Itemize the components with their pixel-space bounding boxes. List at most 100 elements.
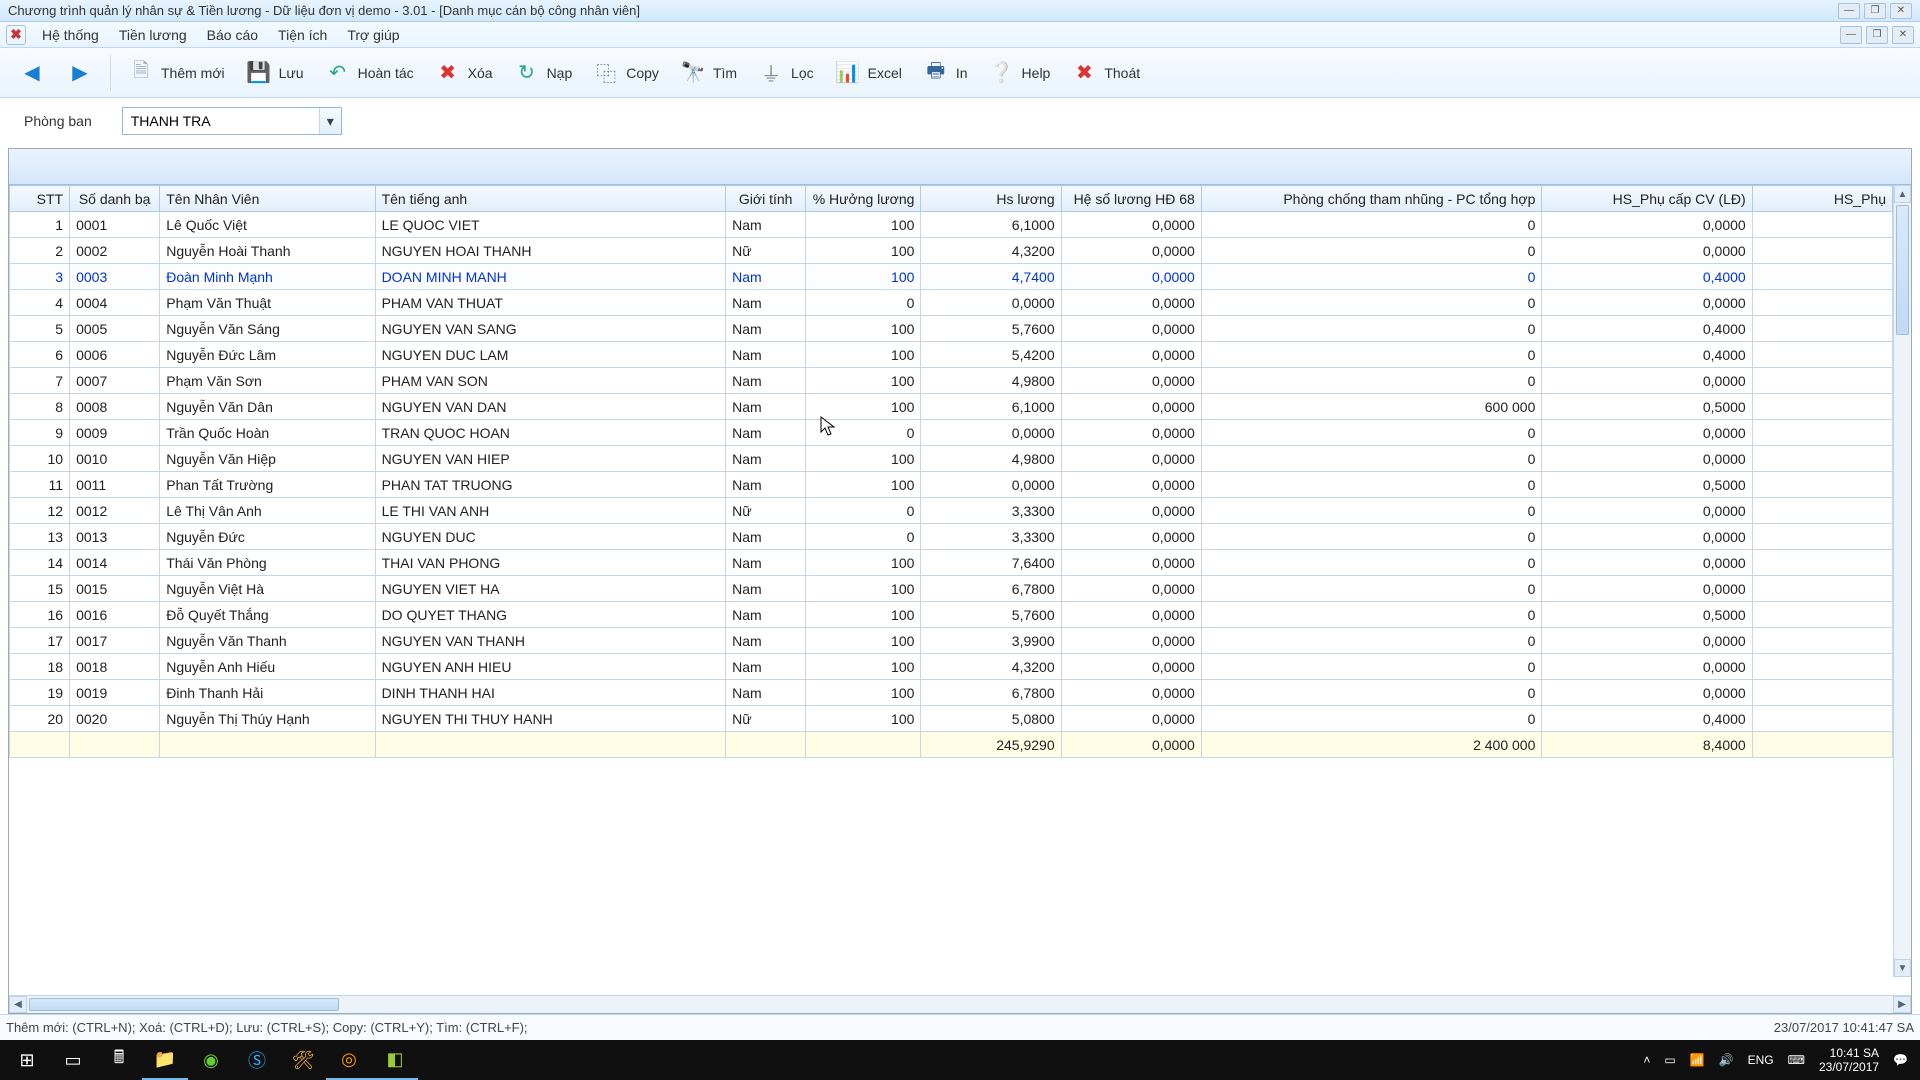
file-explorer-icon[interactable]: 📁	[142, 1040, 188, 1080]
table-row[interactable]: 60006Nguyễn Đức LâmNGUYEN DUC LAMNam1005…	[10, 342, 1893, 368]
nav-back-button[interactable]: ◀	[8, 55, 56, 91]
mdi-minimize-button[interactable]: —	[1840, 26, 1862, 44]
delete-button[interactable]: ✖Xóa	[424, 55, 503, 91]
table-row[interactable]: 70007Phạm Văn SơnPHAM VAN SONNam1004,980…	[10, 368, 1893, 394]
menu-tienich[interactable]: Tiện ích	[268, 25, 337, 45]
battery-icon[interactable]: ▭	[1664, 1053, 1675, 1067]
window-close-button[interactable]: ✕	[1890, 3, 1912, 19]
cell-sdb: 0009	[70, 420, 160, 446]
find-button[interactable]: 🔭Tìm	[669, 55, 747, 91]
table-row[interactable]: 10001Lê Quốc ViệtLE QUOC VIETNam1006,100…	[10, 212, 1893, 238]
col-pctn[interactable]: Phòng chống tham nhũng - PC tổng hợp	[1201, 186, 1542, 212]
cell-hsphu	[1752, 498, 1892, 524]
taskbar-clock[interactable]: 10:41 SA 23/07/2017	[1819, 1046, 1879, 1074]
mdi-icon[interactable]: ✖	[6, 25, 26, 45]
menu-baocao[interactable]: Báo cáo	[197, 25, 268, 45]
print-button[interactable]: 🖶In	[912, 55, 978, 91]
table-row[interactable]: 40004Phạm Văn ThuậtPHAM VAN THUATNam00,0…	[10, 290, 1893, 316]
notifications-icon[interactable]: 💬	[1893, 1053, 1908, 1067]
table-row[interactable]: 90009Trần Quốc HoànTRAN QUOC HOANNam00,0…	[10, 420, 1893, 446]
scroll-thumb[interactable]	[1896, 205, 1909, 335]
col-hl[interactable]: % Hưởng lương	[806, 186, 921, 212]
cell-tnv: Nguyễn Hoài Thanh	[160, 238, 375, 264]
nav-forward-button[interactable]: ▶	[56, 55, 104, 91]
col-hs68[interactable]: Hệ số lương HĐ 68	[1061, 186, 1201, 212]
save-button[interactable]: 💾Lưu	[235, 55, 314, 91]
hscroll-thumb[interactable]	[29, 998, 339, 1011]
table-row[interactable]: 20002Nguyễn Hoài ThanhNGUYEN HOAI THANHN…	[10, 238, 1893, 264]
table-row[interactable]: 200020Nguyễn Thị Thúy HạnhNGUYEN THI THU…	[10, 706, 1893, 732]
cell-tnv: Nguyễn Văn Dân	[160, 394, 375, 420]
scroll-left-icon[interactable]: ◀	[9, 996, 27, 1013]
horizontal-scrollbar[interactable]: ◀ ▶	[9, 995, 1911, 1013]
calculator-icon[interactable]: 🖩	[96, 1040, 142, 1080]
keyboard-icon[interactable]: ⌨	[1788, 1053, 1805, 1067]
table-row[interactable]: 130013Nguyễn ĐứcNGUYEN DUCNam03,33000,00…	[10, 524, 1893, 550]
volume-icon[interactable]: 🔊	[1719, 1053, 1734, 1067]
menu-trogiup[interactable]: Trợ giúp	[337, 25, 409, 45]
col-stt[interactable]: STT	[10, 186, 70, 212]
filter-button[interactable]: ⏚Lọc	[747, 55, 824, 91]
window-restore-button[interactable]: ❐	[1864, 3, 1886, 19]
mdi-close-button[interactable]: ✕	[1892, 26, 1914, 44]
table-row[interactable]: 30003Đoàn Minh MạnhDOAN MINH MANHNam1004…	[10, 264, 1893, 290]
excel-button[interactable]: 📊Excel	[824, 55, 912, 91]
scroll-right-icon[interactable]: ▶	[1893, 996, 1911, 1013]
table-row[interactable]: 180018Nguyễn Anh HiếuNGUYEN ANH HIEUNam1…	[10, 654, 1893, 680]
cell-gt: Nữ	[726, 238, 806, 264]
help-icon: ❔	[988, 59, 1016, 87]
status-datetime: 23/07/2017 10:41:47 SA	[1774, 1020, 1914, 1035]
network-icon[interactable]: 📶	[1690, 1053, 1705, 1067]
col-hsl[interactable]: Hs lương	[921, 186, 1061, 212]
menu-hethong[interactable]: Hệ thống	[32, 25, 109, 45]
task-view-icon[interactable]: ▭	[50, 1040, 96, 1080]
table-row[interactable]: 120012Lê Thị Vân AnhLE THI VAN ANHNữ03,3…	[10, 498, 1893, 524]
language-indicator[interactable]: ENG	[1748, 1053, 1774, 1067]
scroll-down-icon[interactable]: ▼	[1894, 959, 1911, 977]
find-label: Tìm	[713, 65, 737, 81]
menu-tienluong[interactable]: Tiền lương	[109, 25, 197, 45]
mdi-restore-button[interactable]: ❐	[1866, 26, 1888, 44]
tray-chevron-icon[interactable]: ˄	[1643, 1053, 1650, 1067]
cell-pctn: 0	[1201, 264, 1542, 290]
col-hsphu[interactable]: HS_Phụ	[1752, 186, 1892, 212]
grid-group-panel[interactable]	[9, 149, 1911, 185]
window-minimize-button[interactable]: —	[1838, 3, 1860, 19]
vertical-scrollbar[interactable]: ▲ ▼	[1893, 185, 1911, 977]
col-gt[interactable]: Giới tính	[726, 186, 806, 212]
dept-combo[interactable]: THANH TRA ▾	[122, 107, 342, 135]
col-pccv[interactable]: HS_Phụ cấp CV (LĐ)	[1542, 186, 1752, 212]
col-tta[interactable]: Tên tiếng anh	[375, 186, 726, 212]
cell-pctn: 0	[1201, 654, 1542, 680]
cell-gt: Nam	[726, 550, 806, 576]
reload-button[interactable]: ↻Nạp	[503, 55, 583, 91]
table-row[interactable]: 100010Nguyễn Văn HiệpNGUYEN VAN HIEPNam1…	[10, 446, 1893, 472]
undo-button[interactable]: ↶Hoàn tác	[314, 55, 424, 91]
copy-button[interactable]: ⿻Copy	[582, 55, 669, 91]
start-button[interactable]: ⊞	[4, 1040, 50, 1080]
cell-hsphu	[1752, 576, 1892, 602]
new-button[interactable]: 🗎Thêm mới	[117, 55, 235, 91]
col-sdb[interactable]: Số danh bạ	[70, 186, 160, 212]
table-row[interactable]: 140014Thái Văn PhòngTHAI VAN PHONGNam100…	[10, 550, 1893, 576]
table-row[interactable]: 80008Nguyễn Văn DânNGUYEN VAN DANNam1006…	[10, 394, 1893, 420]
app-icon-2[interactable]: ◎	[326, 1040, 372, 1080]
exit-button[interactable]: ✖Thoát	[1060, 55, 1150, 91]
chevron-down-icon: ▾	[319, 108, 341, 134]
col-tnv[interactable]: Tên Nhân Viên	[160, 186, 375, 212]
table-row[interactable]: 50005Nguyễn Văn SángNGUYEN VAN SANGNam10…	[10, 316, 1893, 342]
skype-icon[interactable]: Ⓢ	[234, 1040, 280, 1080]
camtasia-icon[interactable]: ◧	[372, 1040, 418, 1080]
table-row[interactable]: 170017Nguyễn Văn ThanhNGUYEN VAN THANHNa…	[10, 628, 1893, 654]
cell-tnv: Lê Thị Vân Anh	[160, 498, 375, 524]
cell-gt: Nam	[726, 628, 806, 654]
help-button[interactable]: ❔Help	[978, 55, 1061, 91]
tools-icon[interactable]: 🛠	[280, 1040, 326, 1080]
cell-pctn: 0	[1201, 238, 1542, 264]
table-row[interactable]: 160016Đỗ Quyết ThắngDO QUYET THANGNam100…	[10, 602, 1893, 628]
scroll-up-icon[interactable]: ▲	[1894, 185, 1911, 203]
app-icon-1[interactable]: ◉	[188, 1040, 234, 1080]
table-row[interactable]: 110011Phan Tất TrườngPHAN TAT TRUONGNam1…	[10, 472, 1893, 498]
table-row[interactable]: 190019Đinh Thanh HảiDINH THANH HAINam100…	[10, 680, 1893, 706]
table-row[interactable]: 150015Nguyễn Việt HàNGUYEN VIET HANam100…	[10, 576, 1893, 602]
